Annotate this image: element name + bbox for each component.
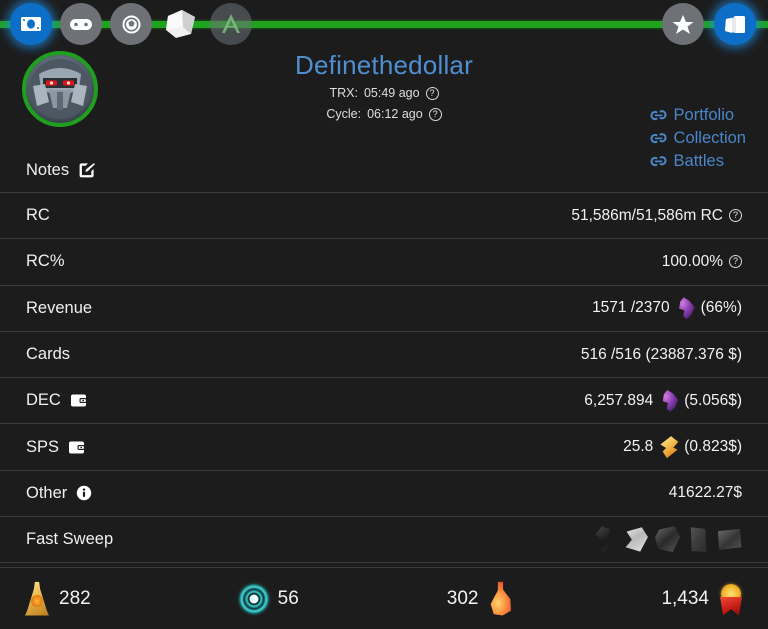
cycle-value: 06:12 ago — [367, 107, 423, 121]
row-notes[interactable]: Notes — [0, 148, 768, 193]
rc-percent-help-icon[interactable]: ? — [729, 255, 742, 269]
trx-status: TRX: 05:49 ago ? — [0, 85, 768, 102]
trx-label: TRX: — [329, 86, 358, 100]
sweep-chest-icon[interactable] — [718, 528, 742, 550]
sweep-dark-shard-icon[interactable] — [595, 526, 612, 554]
notes-label: Notes — [26, 160, 70, 179]
glint-currency[interactable]: 56 — [238, 583, 299, 614]
fast-sweep-label: Fast Sweep — [26, 530, 114, 549]
dec-token-icon — [679, 297, 695, 320]
fast-sweep-icon-group — [592, 526, 742, 554]
revenue-value-group: 1571 /2370 (66%) — [592, 297, 742, 320]
row-rc-percent[interactable]: RC% 100.00% ? — [0, 239, 768, 286]
row-cards[interactable]: Cards 516 /516 (23887.376 $) — [0, 332, 768, 379]
chain-link-icon — [650, 133, 667, 144]
top-navigation-bar — [0, 0, 768, 48]
trx-value: 05:49 ago — [363, 86, 420, 100]
cycle-label: Cycle: — [326, 107, 362, 121]
rc-value: 51,586m/51,586m RC — [571, 206, 723, 224]
rc-percent-value: 100.00% — [661, 252, 723, 270]
collection-link-label: Collection — [673, 129, 746, 147]
gamepad-icon[interactable] — [60, 3, 102, 45]
money-icon[interactable] — [10, 3, 52, 45]
dec-value: 6,257.894 — [584, 391, 654, 409]
white-card-icon[interactable] — [160, 3, 202, 45]
ribbon-icon — [718, 582, 744, 616]
nav-right-group — [662, 0, 756, 48]
row-sps[interactable]: SPS 25.8 (0.823$) — [0, 424, 768, 471]
merit-value: 282 — [59, 587, 91, 609]
dec-token-icon — [662, 389, 679, 412]
pencil-edit-icon[interactable] — [78, 162, 96, 179]
trx-help-icon[interactable]: ? — [425, 87, 439, 100]
sps-label: SPS — [26, 437, 60, 456]
wallet-icon[interactable] — [70, 393, 87, 408]
rc-value-group: 51,586m/51,586m RC ? — [571, 207, 742, 225]
sps-value-group: 25.8 (0.823$) — [623, 436, 742, 459]
notes-label-group: Notes — [26, 160, 96, 180]
dec-value-group: 6,257.894 (5.056$) — [584, 389, 742, 412]
revenue-label: Revenue — [26, 298, 93, 317]
soccer-ball-icon[interactable] — [110, 3, 152, 45]
dec-usd-value: (5.056$) — [684, 391, 742, 409]
other-label-group: Other — [26, 484, 92, 503]
potion-currency[interactable]: 302 — [446, 581, 514, 616]
revenue-percent: (66%) — [700, 299, 742, 317]
potion-value: 302 — [446, 587, 479, 609]
rc-percent-label: RC% — [26, 252, 65, 271]
app-root: Definethedollar TRX: 05:49 ago ? Cycle: … — [0, 0, 768, 629]
ribbon-value: 1,434 — [661, 587, 709, 609]
profile-header: Definethedollar TRX: 05:49 ago ? Cycle: … — [0, 48, 768, 170]
glint-icon — [238, 583, 269, 614]
potion-icon — [490, 581, 511, 616]
sps-token-icon — [660, 436, 679, 459]
sps-label-group: SPS — [26, 437, 86, 457]
rc-help-icon[interactable]: ? — [729, 209, 742, 223]
cards-icon[interactable] — [714, 3, 756, 45]
sps-usd-value: (0.823$) — [684, 438, 742, 456]
row-rc[interactable]: RC 51,586m/51,586m RC ? — [0, 193, 768, 240]
revenue-value: 1571 /2370 — [592, 299, 670, 317]
other-value: 41622.27$ — [668, 484, 742, 502]
other-value-group: 41622.27$ — [669, 484, 742, 502]
stats-list: Notes RC 51,586m/51,586m RC ? RC% 100.00… — [0, 148, 768, 564]
cards-value: 516 /516 (23887.376 $) — [580, 345, 742, 363]
row-fast-sweep[interactable]: Fast Sweep — [0, 517, 768, 564]
collection-link[interactable]: Collection — [650, 129, 746, 148]
nav-left-group — [10, 0, 252, 48]
row-other[interactable]: Other 41622.27$ — [0, 471, 768, 518]
ribbon-currency[interactable]: 1,434 — [661, 582, 744, 616]
other-label: Other — [26, 483, 68, 502]
star-icon[interactable] — [662, 3, 704, 45]
cards-value-group: 516 /516 (23887.376 $) — [581, 346, 742, 364]
sps-value: 25.8 — [623, 438, 654, 456]
info-icon[interactable] — [76, 485, 92, 501]
portfolio-link[interactable]: Portfolio — [650, 106, 735, 125]
dec-label: DEC — [26, 391, 61, 410]
cards-label: Cards — [26, 345, 71, 364]
merit-currency[interactable]: 282 — [24, 581, 91, 616]
merit-icon — [25, 581, 49, 616]
splinter-a-icon[interactable] — [210, 3, 252, 45]
sweep-card-pack-icon[interactable] — [690, 527, 707, 553]
page-title: Definethedollar — [295, 50, 473, 80]
currency-bar: 282 56 302 1,434 — [0, 567, 768, 629]
chain-link-icon — [650, 110, 667, 121]
sweep-grey-gem-icon[interactable] — [655, 526, 680, 553]
rc-percent-value-group: 100.00% ? — [662, 253, 742, 271]
row-revenue[interactable]: Revenue 1571 /2370 (66%) — [0, 286, 768, 332]
cycle-help-icon[interactable]: ? — [428, 108, 442, 121]
portfolio-link-label: Portfolio — [673, 106, 735, 124]
dec-label-group: DEC — [26, 391, 87, 410]
wallet-icon[interactable] — [68, 440, 86, 455]
rc-label: RC — [26, 206, 50, 225]
glint-value: 56 — [277, 587, 299, 609]
row-dec[interactable]: DEC 6,257.894 (5.056$) — [0, 378, 768, 425]
sweep-white-card-icon[interactable] — [625, 527, 648, 552]
ribbon-tails-part — [720, 596, 742, 616]
